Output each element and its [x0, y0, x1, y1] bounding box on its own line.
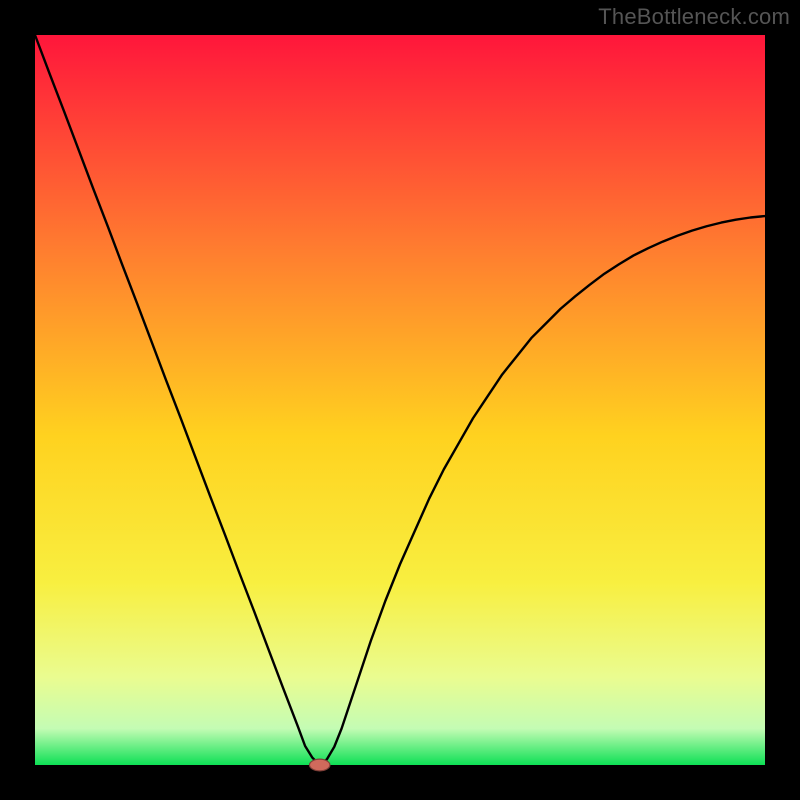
chart-container: { "watermark": "TheBottleneck.com", "col… [0, 0, 800, 800]
watermark-text: TheBottleneck.com [598, 4, 790, 30]
plot-background [35, 35, 765, 765]
bottleneck-chart [0, 0, 800, 800]
optimal-point-marker [309, 759, 329, 771]
